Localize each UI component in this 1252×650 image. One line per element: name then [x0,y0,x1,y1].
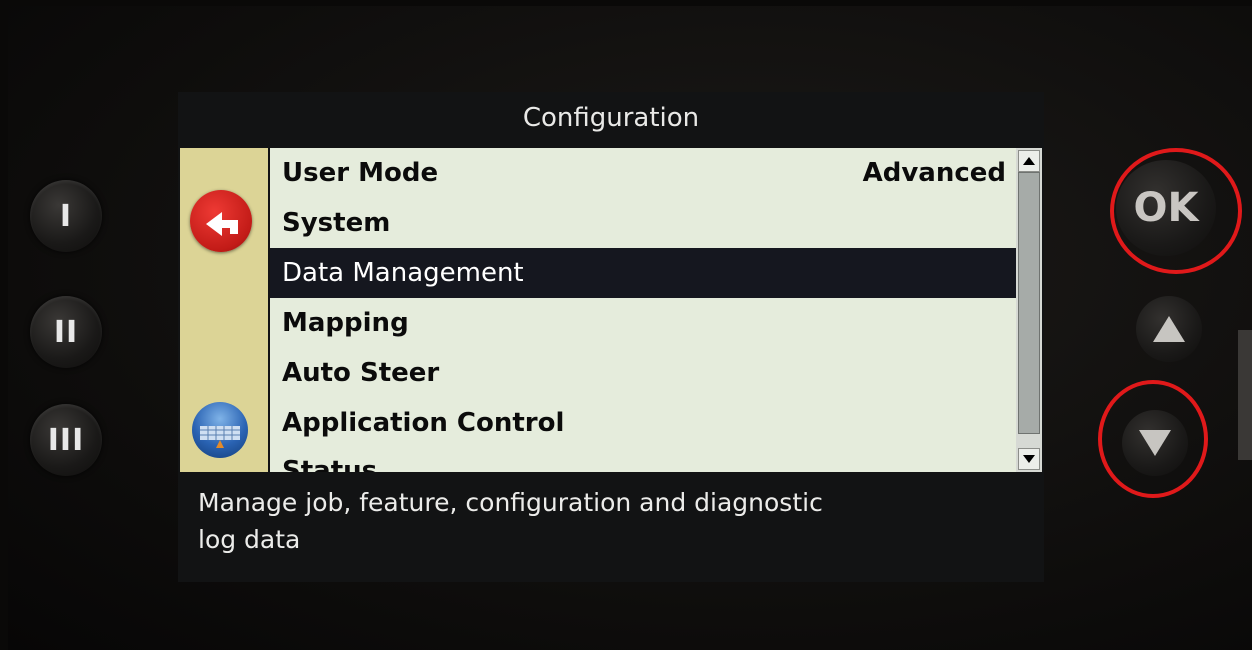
device-edge [1238,330,1252,460]
menu-item-label: Auto Steer [282,358,440,388]
menu-item-label: Mapping [282,308,409,338]
menu-item-label: Data Management [282,258,524,288]
menu-item-status[interactable]: Status [270,446,1016,472]
down-triangle-icon [1139,430,1171,456]
menu-item-value: Advanced [862,158,1006,188]
scroll-up-icon [1023,157,1035,165]
item-description: Manage job, feature, configuration and d… [198,488,823,554]
scroll-down-arrow[interactable] [1018,448,1040,470]
menu-item-user-mode[interactable]: User Mode Advanced [270,148,1016,198]
menu-item-label: Application Control [282,408,565,438]
screen-title: Configuration [522,103,700,133]
softkey-1-button[interactable]: I [30,180,102,252]
menu-item-label: User Mode [282,158,439,188]
menu-item-label: System [282,208,391,238]
ok-button[interactable]: OK [1116,160,1216,256]
scroll-thumb[interactable] [1018,172,1040,434]
display-screen: Configuration User Mode Advanced System … [178,92,1044,582]
down-arrow-button[interactable] [1122,410,1188,476]
menu-item-system[interactable]: System [270,198,1016,248]
menu-item-label: Status [282,456,378,472]
menu-scrollbar[interactable] [1016,148,1042,472]
back-arrow-icon[interactable] [190,190,252,252]
menu-item-application-control[interactable]: Application Control [270,398,1016,448]
menu-list: User Mode Advanced System Data Managemen… [270,148,1016,472]
softkey-3-button[interactable]: III [30,404,102,476]
scroll-down-icon [1023,455,1035,463]
menu-item-mapping[interactable]: Mapping [270,298,1016,348]
scroll-up-arrow[interactable] [1018,150,1040,172]
left-icon-bar [180,148,268,472]
menu-item-auto-steer[interactable]: Auto Steer [270,348,1016,398]
softkey-2-button[interactable]: II [30,296,102,368]
application-control-icon[interactable] [192,402,248,458]
up-arrow-button[interactable] [1136,296,1202,362]
up-triangle-icon [1153,316,1185,342]
menu-item-data-management[interactable]: Data Management [270,248,1016,298]
